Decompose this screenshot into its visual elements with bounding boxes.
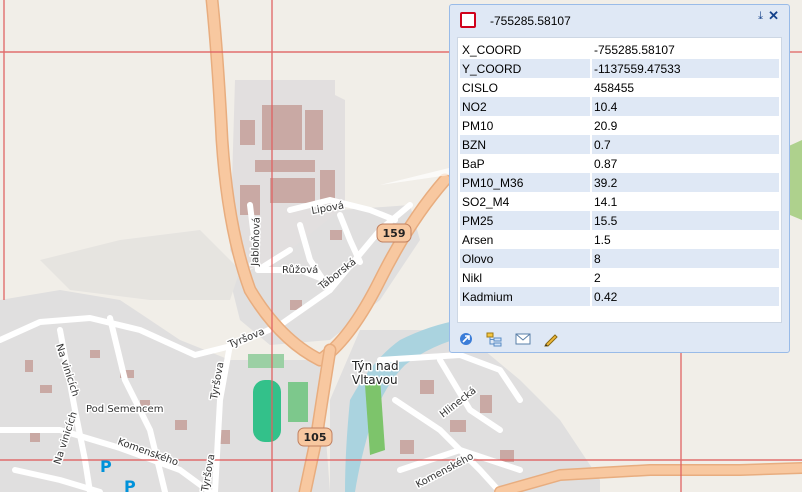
attribute-row: CISLO 458455 (460, 78, 779, 97)
attribute-key: BZN (460, 135, 591, 154)
park (248, 354, 284, 368)
select-features-icon[interactable] (486, 331, 502, 347)
attribute-row: Nikl 2 (460, 268, 779, 287)
sports-pitch (288, 382, 308, 422)
attribute-row: X_COORD -755285.58107 (460, 40, 779, 59)
attribute-key: PM25 (460, 211, 591, 230)
email-icon[interactable] (515, 331, 531, 347)
attribute-key: PM10 (462, 118, 494, 133)
parking-icon: P (124, 477, 136, 492)
attribute-value: 39.2 (590, 173, 779, 192)
route-shield-159: 159 (376, 223, 412, 243)
zoom-to-icon[interactable] (458, 331, 474, 347)
attribute-row: SO2_M4 14.1 (460, 192, 779, 211)
close-icon[interactable]: ✕ (768, 8, 779, 24)
attribute-table-container: X_COORD -755285.58107 Y_COORD -1137559.4753… (457, 37, 782, 323)
attribute-value: -755285.58107 (590, 40, 779, 59)
attribute-row: Kadmium 0.42 (460, 287, 779, 306)
popup-header[interactable]: -755285.58107 ⤓ ✕ (450, 5, 789, 37)
edit-pencil-icon[interactable] (543, 331, 559, 347)
town-label-line2: Vltavou (352, 373, 398, 387)
attribute-row: PM10_M36 39.2 (460, 173, 779, 192)
attribute-key: NO2 (460, 97, 591, 116)
attribute-key: Arsen (462, 232, 494, 247)
sports-pitch (253, 380, 281, 442)
attribute-value: 20.9 (590, 116, 779, 135)
attribute-key: Kadmium (460, 287, 591, 306)
attribute-value: 0.7 (590, 135, 779, 154)
attribute-row: Arsen 1.5 (460, 230, 779, 249)
attribute-row: PM10 20.9 (460, 116, 779, 135)
route-159-label: 159 (383, 227, 406, 240)
attribute-value: 0.42 (590, 287, 779, 306)
street-label-ruzova: Růžová (282, 264, 318, 276)
attribute-value: 0.87 (590, 154, 779, 173)
attribute-key: Olovo (460, 249, 591, 268)
feature-symbol-icon (460, 12, 476, 28)
attribute-row: Olovo 8 (460, 249, 779, 268)
attribute-key: X_COORD (462, 42, 522, 57)
attribute-key: CISLO (462, 80, 499, 95)
route-105-label: 105 (304, 431, 327, 444)
attribute-value: 8 (590, 249, 779, 268)
parking-icon: P (100, 457, 112, 476)
attribute-value: 2 (590, 268, 779, 287)
attribute-key: Y_COORD (460, 59, 591, 78)
attribute-row: Y_COORD -1137559.47533 (460, 59, 779, 78)
attribute-value: 14.1 (590, 192, 779, 211)
pin-icon[interactable]: ⤓ (758, 10, 763, 23)
attribute-row: BaP 0.87 (460, 154, 779, 173)
attribute-row: NO2 10.4 (460, 97, 779, 116)
attribute-row: PM25 15.5 (460, 211, 779, 230)
attribute-value: 15.5 (590, 211, 779, 230)
town-label-line1: Týn nad (351, 359, 399, 373)
attribute-key: PM10_M36 (460, 173, 591, 192)
attribute-key: Nikl (462, 270, 482, 285)
popup-toolbar (458, 331, 567, 349)
route-shield-105: 105 (297, 427, 333, 447)
popup-title: -755285.58107 (490, 14, 571, 28)
attribute-value: 458455 (590, 78, 779, 97)
attribute-key: BaP (462, 156, 485, 171)
feature-info-popup[interactable]: -755285.58107 ⤓ ✕ X_COORD -755285.58107 Y_… (449, 4, 790, 353)
attribute-value: 10.4 (590, 97, 779, 116)
attribute-row: BZN 0.7 (460, 135, 779, 154)
attribute-table: X_COORD -755285.58107 Y_COORD -1137559.4753… (460, 40, 779, 306)
attribute-value: -1137559.47533 (590, 59, 779, 78)
attribute-value: 1.5 (590, 230, 779, 249)
attribute-key: SO2_M4 (462, 194, 510, 209)
street-label-jablonova: Jabloňová (249, 217, 263, 267)
street-label-pod-semencem: Pod Semencem (86, 404, 163, 415)
